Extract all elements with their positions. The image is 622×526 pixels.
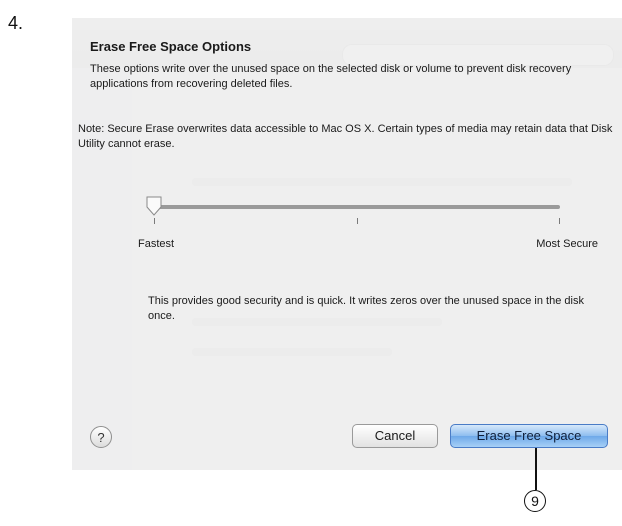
security-slider-thumb[interactable] [146, 196, 162, 216]
callout-line [535, 448, 537, 490]
callout-number: 9 [524, 490, 546, 512]
slider-max-label: Most Secure [536, 238, 598, 250]
slider-tick [154, 218, 155, 224]
sheet-description: These options write over the unused spac… [90, 63, 572, 90]
erase-free-space-button[interactable]: Erase Free Space [450, 424, 608, 448]
erase-free-space-options-sheet: Erase Free Space Options These options w… [72, 18, 622, 470]
disk-utility-screenshot: Erase Free Space Options These options w… [72, 18, 622, 470]
help-button[interactable]: ? [90, 426, 112, 448]
option-description: This provides good security and is quick… [148, 295, 584, 322]
sheet-title: Erase Free Space Options [90, 39, 252, 54]
slider-tick [357, 218, 358, 224]
slider-tick [559, 218, 560, 224]
slider-min-label: Fastest [138, 238, 175, 250]
cancel-button[interactable]: Cancel [352, 424, 438, 448]
step-number: 4. [8, 13, 24, 33]
sheet-note: Note: Secure Erase overwrites data acces… [78, 123, 613, 150]
security-slider-track[interactable] [154, 205, 560, 209]
